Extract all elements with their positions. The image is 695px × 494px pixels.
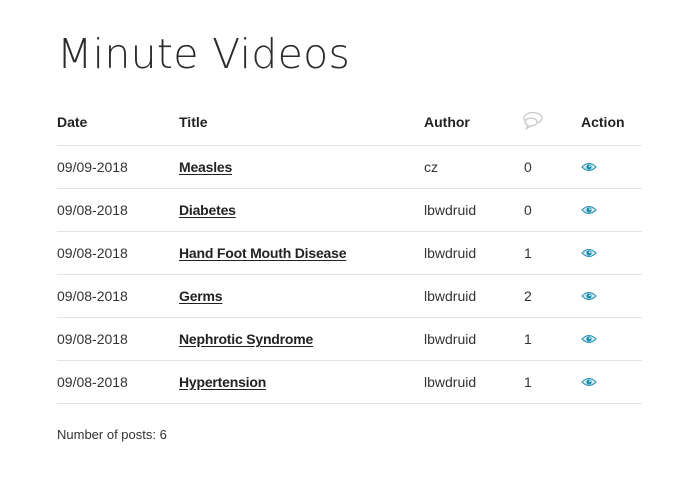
page-title: Minute Videos	[57, 30, 351, 78]
post-title-link[interactable]: Nephrotic Syndrome	[179, 331, 313, 347]
post-author: lbwdruid	[424, 317, 524, 361]
post-action-cell	[581, 274, 642, 318]
table-row: 09/08-2018 Germs lbwdruid 2	[57, 274, 642, 318]
table-row: 09/08-2018 Hand Foot Mouth Disease lbwdr…	[57, 231, 642, 275]
post-count: Number of posts: 6	[57, 427, 167, 442]
post-date: 09/08-2018	[57, 274, 179, 318]
post-author: lbwdruid	[424, 274, 524, 318]
post-title-cell: Nephrotic Syndrome	[179, 317, 424, 361]
post-action-cell	[581, 231, 642, 275]
post-title-link[interactable]: Diabetes	[179, 202, 236, 218]
post-action-cell	[581, 317, 642, 361]
eye-icon[interactable]	[581, 160, 597, 176]
column-header-action[interactable]: Action	[581, 99, 642, 146]
table-row: 09/08-2018 Diabetes lbwdruid 0	[57, 188, 642, 232]
post-title-cell: Measles	[179, 145, 424, 189]
post-date: 09/09-2018	[57, 145, 179, 189]
post-comment-count: 0	[524, 145, 581, 189]
post-title-cell: Germs	[179, 274, 424, 318]
post-comment-count: 1	[524, 317, 581, 361]
comments-icon	[522, 111, 544, 134]
post-comment-count: 1	[524, 231, 581, 275]
eye-icon[interactable]	[581, 289, 597, 305]
post-title-link[interactable]: Hand Foot Mouth Disease	[179, 245, 346, 261]
post-title-link[interactable]: Hypertension	[179, 374, 266, 390]
post-action-cell	[581, 360, 642, 404]
post-comment-count: 2	[524, 274, 581, 318]
table-row: 09/08-2018 Hypertension lbwdruid 1	[57, 360, 642, 404]
post-title-cell: Diabetes	[179, 188, 424, 232]
page-content: Minute Videos Date Title Author Action 0…	[57, 0, 642, 404]
column-header-date[interactable]: Date	[57, 99, 179, 146]
post-date: 09/08-2018	[57, 317, 179, 361]
post-author: lbwdruid	[424, 231, 524, 275]
post-title-cell: Hand Foot Mouth Disease	[179, 231, 424, 275]
posts-table: Date Title Author Action 09/09-2018 Meas…	[57, 99, 642, 404]
post-title-link[interactable]: Measles	[179, 159, 232, 175]
post-date: 09/08-2018	[57, 360, 179, 404]
eye-icon[interactable]	[581, 203, 597, 219]
post-author: lbwdruid	[424, 360, 524, 404]
column-header-author[interactable]: Author	[424, 99, 524, 146]
table-row: 09/08-2018 Nephrotic Syndrome lbwdruid 1	[57, 317, 642, 361]
table-row: 09/09-2018 Measles cz 0	[57, 145, 642, 189]
post-title-link[interactable]: Germs	[179, 288, 223, 304]
eye-icon[interactable]	[581, 332, 597, 348]
post-date: 09/08-2018	[57, 231, 179, 275]
eye-icon[interactable]	[581, 246, 597, 262]
post-action-cell	[581, 145, 642, 189]
post-comment-count: 1	[524, 360, 581, 404]
post-comment-count: 0	[524, 188, 581, 232]
post-author: lbwdruid	[424, 188, 524, 232]
post-action-cell	[581, 188, 642, 232]
column-header-comments[interactable]	[522, 99, 581, 146]
post-title-cell: Hypertension	[179, 360, 424, 404]
table-header-row: Date Title Author Action	[57, 99, 642, 146]
post-date: 09/08-2018	[57, 188, 179, 232]
column-header-title[interactable]: Title	[179, 99, 424, 146]
post-author: cz	[424, 145, 524, 189]
eye-icon[interactable]	[581, 375, 597, 391]
